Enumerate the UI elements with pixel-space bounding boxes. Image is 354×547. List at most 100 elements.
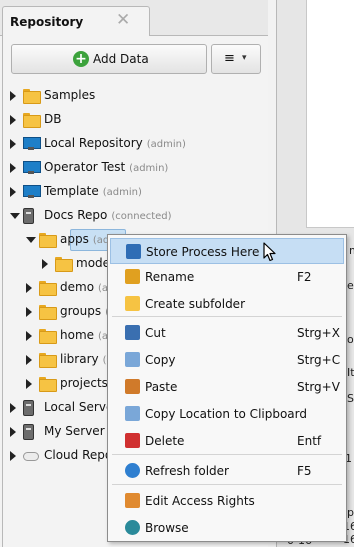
refresh-icon (125, 463, 140, 478)
fragment-text: S (347, 392, 354, 405)
menu-item[interactable]: Edit Access Rights (110, 488, 344, 514)
menu-separator (112, 454, 342, 455)
folder-icon (39, 353, 57, 368)
server-icon (23, 208, 34, 224)
hamburger-icon: ≡ (224, 51, 235, 66)
server-icon (23, 424, 34, 440)
expand-right-icon[interactable] (10, 427, 16, 437)
context-menu: Store Process Here Rename F2 Create subfold… (107, 234, 347, 542)
copy-location-icon (125, 406, 140, 421)
expand-right-icon[interactable] (10, 451, 16, 461)
expand-right-icon[interactable] (10, 163, 16, 173)
folder-icon (39, 233, 57, 248)
tree-item-owner: (admin) (102, 187, 142, 198)
rename-icon (125, 269, 140, 284)
menu-item[interactable]: Copy Strg+C (110, 347, 344, 373)
expand-right-icon[interactable] (42, 259, 48, 269)
mouse-pointer-icon (263, 242, 276, 262)
expand-right-icon[interactable] (10, 115, 16, 125)
delete-icon (125, 433, 140, 448)
folder-icon (23, 113, 41, 128)
menu-item-label: Paste (145, 380, 178, 394)
folder-icon (55, 257, 73, 272)
options-menu-button[interactable]: ≡ ▾ (211, 44, 261, 74)
menu-item-shortcut: Entf (297, 434, 322, 448)
menu-item[interactable]: Rename F2 (110, 264, 344, 290)
tree-item-name: Operator Test (44, 160, 126, 174)
tree-item-label: Local Repository (admin) (44, 136, 186, 150)
tree-item-name: Cloud Repo (44, 448, 113, 462)
expand-down-icon[interactable] (10, 213, 20, 219)
menu-item-shortcut: Strg+X (297, 326, 340, 340)
menu-item-label: Refresh folder (145, 464, 229, 478)
tree-item-label: Docs Repo (connected) (44, 208, 172, 222)
tree-item-name: projects (60, 376, 108, 390)
expand-right-icon[interactable] (26, 331, 32, 341)
tree-item-name: demo (60, 280, 95, 294)
close-icon[interactable]: ✕ (116, 10, 130, 30)
fragment-text: p (347, 506, 354, 519)
expand-right-icon[interactable] (26, 379, 32, 389)
tree-item-name: Local Repository (44, 136, 143, 150)
menu-item[interactable]: Create subfolder (110, 291, 344, 317)
menu-item-label: Cut (145, 326, 166, 340)
menu-item-label: Delete (145, 434, 185, 448)
folder-icon (39, 377, 57, 392)
folder-icon (39, 329, 57, 344)
tree-item-name: My Server (44, 424, 105, 438)
tree-item-name: home (60, 328, 95, 342)
menu-item-shortcut: Strg+V (297, 380, 340, 394)
menu-item-shortcut: F2 (297, 270, 312, 284)
tree-item-label: apps (ad (60, 232, 109, 246)
tree-item-label: Operator Test (admin) (44, 160, 168, 174)
paste-icon (125, 379, 140, 394)
fragment-text: It (347, 366, 354, 379)
add-icon: + (73, 51, 89, 67)
expand-right-icon[interactable] (10, 139, 16, 149)
preview-area (306, 0, 354, 228)
expand-right-icon[interactable] (10, 403, 16, 413)
tree-item-name: Template (44, 184, 99, 198)
expand-right-icon[interactable] (26, 307, 32, 317)
tree-item-label: mode (76, 256, 110, 270)
add-data-label: Add Data (93, 52, 149, 66)
menu-item-label: Browse (145, 521, 189, 535)
menu-item[interactable]: Cut Strg+X (110, 320, 344, 346)
expand-right-icon[interactable] (10, 187, 16, 197)
menu-item-label: Copy Location to Clipboard (145, 407, 307, 421)
copy-icon (125, 352, 140, 367)
folder-icon (39, 281, 57, 296)
fragment-text: o (347, 333, 354, 346)
tree-item-name: groups (60, 304, 102, 318)
monitor-icon (23, 185, 41, 198)
add-data-button[interactable]: + Add Data (11, 44, 207, 74)
monitor-icon (23, 137, 41, 150)
tree-item-owner: (admin) (146, 139, 186, 150)
menu-item[interactable]: Paste Strg+V (110, 374, 344, 400)
menu-item[interactable]: Refresh folder F5 (110, 458, 344, 484)
tree-item-label: DB (44, 112, 61, 126)
server-icon (23, 400, 34, 416)
folder-icon (39, 305, 57, 320)
caret-down-icon: ▾ (242, 53, 247, 63)
tab-repository[interactable]: Repository ✕ (2, 6, 150, 37)
menu-separator (112, 484, 342, 485)
expand-right-icon[interactable] (26, 283, 32, 293)
tree-item-label: Cloud Repo (44, 448, 112, 462)
menu-item[interactable]: Browse (110, 515, 344, 541)
tree-item-name: library (60, 352, 99, 366)
menu-item[interactable]: Delete Entf (110, 428, 344, 454)
tree-item-name: Docs Repo (44, 208, 108, 222)
tree-item-owner: (admin) (129, 163, 169, 174)
tree-item-name: Samples (44, 88, 96, 102)
menu-item-shortcut: Strg+C (297, 353, 341, 367)
store-process-icon (126, 244, 141, 259)
tab-bar: Repository ✕ (0, 0, 268, 37)
tree-item-name: DB (44, 112, 62, 126)
expand-right-icon[interactable] (10, 91, 16, 101)
expand-right-icon[interactable] (26, 355, 32, 365)
menu-item[interactable]: Store Process Here (110, 238, 344, 264)
menu-item[interactable]: Copy Location to Clipboard (110, 401, 344, 427)
globe-icon (125, 520, 140, 535)
expand-down-icon[interactable] (26, 237, 36, 243)
